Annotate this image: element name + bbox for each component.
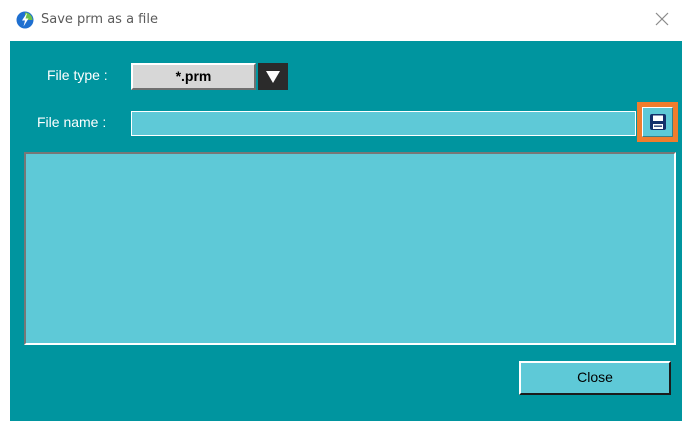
file-name-input[interactable]: [131, 111, 636, 136]
title-bar: Save prm as a file: [0, 0, 685, 41]
save-button[interactable]: [637, 102, 678, 142]
output-text-area[interactable]: [24, 152, 676, 345]
window-title: Save prm as a file: [41, 12, 158, 27]
file-type-dropdown[interactable]: *.prm: [131, 63, 288, 90]
floppy-disk-icon: [650, 114, 666, 130]
file-type-value[interactable]: *.prm: [131, 63, 256, 90]
app-logo-icon: [16, 11, 34, 29]
triangle-down-icon: [266, 71, 280, 83]
save-button-face[interactable]: [642, 107, 673, 137]
dropdown-button[interactable]: [258, 63, 288, 90]
file-type-label: File type :: [47, 67, 108, 83]
file-name-label: File name :: [37, 114, 107, 130]
close-button[interactable]: Close: [519, 361, 671, 395]
dialog-body: File type : *.prm File name : Close: [10, 41, 682, 421]
close-icon[interactable]: [651, 8, 673, 30]
